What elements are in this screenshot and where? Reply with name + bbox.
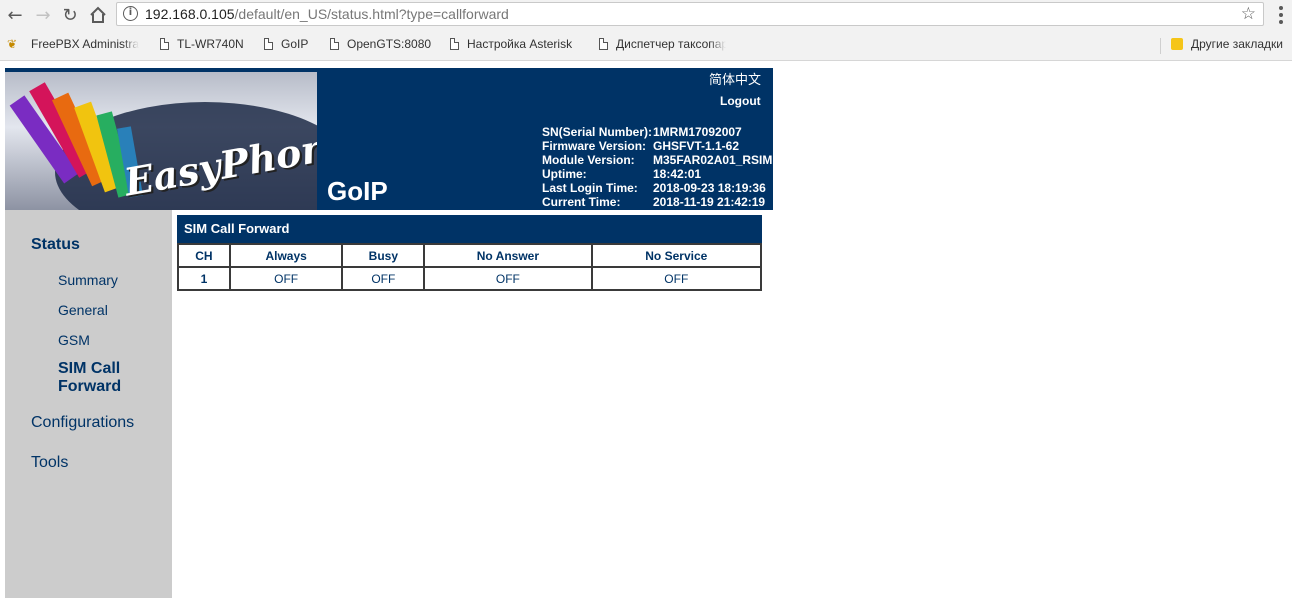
nav-gsm[interactable]: GSM: [58, 332, 90, 348]
bookmark-label: FreePBX Administrat: [31, 37, 139, 51]
site-info-icon[interactable]: i: [123, 6, 138, 21]
info-label: Last Login Time:: [542, 181, 638, 195]
nav-tools[interactable]: Tools: [31, 454, 68, 472]
table-cell: OFF: [341, 266, 426, 291]
table-cell-ch: 1: [177, 266, 231, 291]
browser-chrome: ← → ↻ i 192.168.0.105/default/en_US/stat…: [0, 0, 1292, 61]
bookmark-label: TL-WR740N: [177, 37, 244, 51]
table-cell: OFF: [590, 266, 763, 291]
info-label: Firmware Version:: [542, 139, 647, 153]
page-icon: [450, 38, 459, 50]
nav-sim-call-forward-line1: SIM Call: [58, 360, 121, 377]
column-header: No Service: [590, 243, 763, 268]
bookmark-label: Настройка Asterisk: [467, 37, 573, 51]
page-icon: [160, 38, 169, 50]
bookmark-star-icon[interactable]: ☆: [1241, 4, 1256, 24]
url-host: 192.168.0.105: [145, 6, 235, 22]
bookmark-freepbx[interactable]: ❦ FreePBX Administrat: [7, 37, 139, 51]
column-header: No Answer: [423, 243, 593, 268]
info-value: GHSFVT-1.1-62: [653, 139, 740, 153]
info-row: Last Login Time: 2018-09-23 18:19:36: [542, 181, 772, 195]
logout-link[interactable]: Logout: [720, 94, 761, 108]
nav-sim-call-forward[interactable]: SIM Call Forward: [58, 360, 121, 396]
bookmark-label: Диспетчер таксопар: [616, 37, 726, 51]
info-row: Firmware Version: GHSFVT-1.1-62: [542, 139, 772, 153]
table-row: 1 OFF OFF OFF OFF: [177, 266, 763, 291]
freepbx-icon: ❦: [7, 37, 18, 51]
info-label: Uptime:: [542, 167, 587, 181]
address-bar[interactable]: i 192.168.0.105/default/en_US/status.htm…: [116, 2, 1264, 26]
bookmark-taxi[interactable]: Диспетчер таксопар: [599, 37, 726, 51]
info-value: M35FAR02A01_RSIM: [653, 153, 773, 167]
page-icon: [264, 38, 273, 50]
home-icon[interactable]: [86, 3, 110, 27]
device-info: SN(Serial Number): 1MRM17092007 Firmware …: [542, 125, 772, 209]
column-header: Always: [228, 243, 344, 268]
nav-general[interactable]: General: [58, 302, 108, 318]
column-header: CH: [177, 243, 231, 268]
reload-icon[interactable]: ↻: [58, 3, 82, 27]
info-row: Current Time: 2018-11-19 21:42:19: [542, 195, 772, 209]
info-row: SN(Serial Number): 1MRM17092007: [542, 125, 772, 139]
back-icon[interactable]: ←: [3, 3, 27, 27]
bookmark-label: GoIP: [281, 37, 309, 51]
bookmark-opengts[interactable]: OpenGTS:8080: [330, 37, 431, 51]
product-title: GoIP: [327, 176, 388, 206]
browser-menu-icon[interactable]: [1274, 4, 1288, 26]
info-value: 2018-11-19 21:42:19: [653, 195, 766, 209]
bookmark-label: OpenGTS:8080: [347, 37, 432, 51]
nav-status[interactable]: Status: [31, 236, 80, 254]
column-header: Busy: [341, 243, 426, 268]
other-bookmarks-label: Другие закладки: [1191, 37, 1283, 51]
table-cell: OFF: [423, 266, 593, 291]
folder-icon: [1171, 38, 1183, 50]
bookmark-asterisk[interactable]: Настройка Asterisk: [450, 37, 572, 51]
info-label: Current Time:: [542, 195, 621, 209]
forward-icon[interactable]: →: [31, 3, 55, 27]
table-header-row: CH Always Busy No Answer No Service: [177, 243, 763, 268]
bookmarks-bar: ❦ FreePBX Administrat TL-WR740N GoIP Ope…: [0, 33, 1292, 57]
nav-sim-call-forward-line2: Forward: [58, 378, 122, 395]
page-icon: [330, 38, 339, 50]
language-link[interactable]: 简体中文: [709, 69, 761, 88]
info-row: Uptime: 18:42:01: [542, 167, 772, 181]
panel-title: SIM Call Forward: [177, 215, 762, 243]
info-label: SN(Serial Number):: [542, 125, 653, 139]
sidebar: Status Summary General GSM SIM Call Forw…: [5, 210, 172, 598]
nav-summary[interactable]: Summary: [58, 272, 118, 288]
easyphone-logo: EasyPhone: [5, 72, 317, 210]
page-header: EasyPhone GoIP 简体中文 Logout SN(Serial Num…: [5, 68, 773, 210]
bookmark-tl-wr740n[interactable]: TL-WR740N: [160, 37, 244, 51]
info-value: 18:42:01: [653, 167, 702, 181]
other-bookmarks[interactable]: Другие закладки: [1171, 37, 1283, 51]
call-forward-table: CH Always Busy No Answer No Service 1 OF…: [177, 243, 763, 291]
info-value: 1MRM17092007: [653, 125, 742, 139]
bookmark-goip[interactable]: GoIP: [264, 37, 308, 51]
info-value: 2018-09-23 18:19:36: [653, 181, 766, 195]
call-forward-panel: SIM Call Forward CH Always Busy No Answe…: [177, 215, 763, 291]
info-row: Module Version: M35FAR02A01_RSIM: [542, 153, 772, 167]
bookmarks-separator: [1160, 38, 1161, 54]
nav-configurations[interactable]: Configurations: [31, 414, 134, 432]
table-cell: OFF: [228, 266, 344, 291]
page-icon: [599, 38, 608, 50]
info-label: Module Version:: [542, 153, 635, 167]
url-text: 192.168.0.105/default/en_US/status.html?…: [145, 6, 509, 22]
url-path: /default/en_US/status.html?type=callforw…: [234, 6, 509, 22]
